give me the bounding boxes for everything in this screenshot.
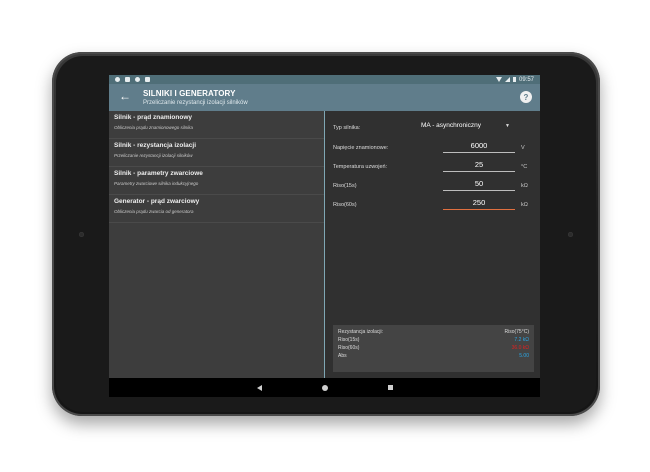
screen: 09:57 ← SILNIKI I GENERATORY Przeliczani… bbox=[109, 75, 540, 397]
result-label: Riso(15s) bbox=[338, 337, 360, 343]
list-item-title: Silnik - parametry zwarciowe bbox=[114, 170, 203, 177]
sd-card-icon bbox=[145, 77, 150, 82]
voltage-unit: V bbox=[521, 145, 525, 151]
result-label: Abs bbox=[338, 353, 347, 359]
riso15-unit: kΩ bbox=[521, 183, 528, 189]
nav-recent-apps-icon[interactable] bbox=[387, 385, 393, 390]
result-label: Riso(60s) bbox=[338, 345, 360, 351]
temperature-row: Temperatura uzwojeń: 25 °C bbox=[333, 160, 536, 174]
riso60-label: Riso(60s) bbox=[333, 202, 357, 208]
riso15-input[interactable]: 50 bbox=[443, 179, 515, 191]
back-arrow-icon[interactable]: ← bbox=[119, 89, 131, 103]
signal-icon bbox=[504, 77, 510, 82]
voltage-label: Napięcie znamionowe: bbox=[333, 145, 389, 151]
motor-type-select[interactable]: MA - asynchroniczny bbox=[421, 122, 481, 129]
list-item-subtitle: Obliczenia prądu znamionowego silnika bbox=[114, 125, 194, 130]
help-icon[interactable]: ? bbox=[520, 91, 532, 103]
results-header-right: Riso(75°C) bbox=[504, 329, 529, 335]
result-value: 7.2 kΩ bbox=[514, 337, 529, 343]
status-right: 09:57 bbox=[495, 76, 534, 83]
app-bar: ← SILNIKI I GENERATORY Przeliczanie rezy… bbox=[109, 84, 540, 111]
calculator-list: Silnik - prąd znamionowy Obliczenia prąd… bbox=[109, 111, 324, 378]
results-panel: Rezystancja izolacji: Riso(75°C) Riso(15… bbox=[333, 325, 534, 372]
front-camera-icon bbox=[79, 232, 84, 237]
riso60-row: Riso(60s) 250 kΩ bbox=[333, 198, 536, 212]
result-value: 5.00 bbox=[519, 353, 529, 359]
notification-icons bbox=[115, 77, 150, 82]
battery-icon bbox=[512, 77, 516, 82]
riso15-row: Riso(15s) 50 kΩ bbox=[333, 179, 536, 193]
motor-type-label: Typ silnika: bbox=[333, 125, 361, 131]
app-notification-icon bbox=[125, 77, 130, 82]
results-header: Rezystancja izolacji: Riso(75°C) bbox=[338, 329, 529, 337]
result-row: Riso(15s) 7.2 kΩ bbox=[338, 337, 529, 345]
result-row: Abs 5.00 bbox=[338, 353, 529, 361]
nav-home-icon[interactable] bbox=[321, 384, 328, 391]
voltage-row: Napięcie znamionowe: 6000 V bbox=[333, 141, 536, 155]
form-pane: Typ silnika: MA - asynchroniczny ▼ Napię… bbox=[325, 111, 540, 378]
temperature-label: Temperatura uzwojeń: bbox=[333, 164, 388, 170]
list-item-title: Silnik - rezystancja izolacji bbox=[114, 142, 197, 149]
settings-notification-icon bbox=[115, 77, 120, 82]
voltage-input[interactable]: 6000 bbox=[443, 141, 515, 153]
dropdown-caret-icon[interactable]: ▼ bbox=[505, 123, 510, 129]
sync-notification-icon bbox=[135, 77, 140, 82]
nav-back-icon[interactable] bbox=[256, 384, 262, 391]
sensor-icon bbox=[568, 232, 573, 237]
app-subtitle: Przeliczanie rezystancji izolacji silnik… bbox=[143, 100, 248, 106]
temperature-unit: °C bbox=[521, 164, 528, 170]
results-header-left: Rezystancja izolacji: bbox=[338, 329, 384, 335]
temperature-input[interactable]: 25 bbox=[443, 160, 515, 172]
result-row: Riso(60s) 36.0 kΩ bbox=[338, 345, 529, 353]
riso60-unit: kΩ bbox=[521, 202, 528, 208]
riso60-input[interactable]: 250 bbox=[443, 198, 515, 210]
motor-type-row: Typ silnika: MA - asynchroniczny ▼ bbox=[333, 121, 536, 135]
status-bar: 09:57 bbox=[109, 75, 540, 84]
list-item-subtitle: Przeliczanie rezystancji izolacji silnik… bbox=[114, 153, 193, 158]
app-title: SILNIKI I GENERATORY bbox=[143, 89, 236, 98]
list-item-title: Generator - prąd zwarciowy bbox=[114, 198, 200, 205]
list-item-subtitle: Parametry zwarciowe silnika indukcyjnego bbox=[114, 181, 199, 186]
result-value: 36.0 kΩ bbox=[511, 345, 529, 351]
list-item-short-circuit-params[interactable]: Silnik - parametry zwarciowe Parametry z… bbox=[109, 167, 324, 195]
list-item-motor-current[interactable]: Silnik - prąd znamionowy Obliczenia prąd… bbox=[109, 111, 324, 139]
list-item-title: Silnik - prąd znamionowy bbox=[114, 114, 193, 121]
status-time: 09:57 bbox=[518, 76, 534, 83]
list-item-generator-current[interactable]: Generator - prąd zwarciowy Obliczenia pr… bbox=[109, 195, 324, 223]
navigation-bar bbox=[109, 378, 540, 397]
list-item-subtitle: Obliczenia prądu zwarcia od generatora bbox=[114, 209, 194, 214]
list-item-insulation-resistance[interactable]: Silnik - rezystancja izolacji Przeliczan… bbox=[109, 139, 324, 167]
riso15-label: Riso(15s) bbox=[333, 183, 357, 189]
wifi-icon bbox=[495, 77, 502, 82]
